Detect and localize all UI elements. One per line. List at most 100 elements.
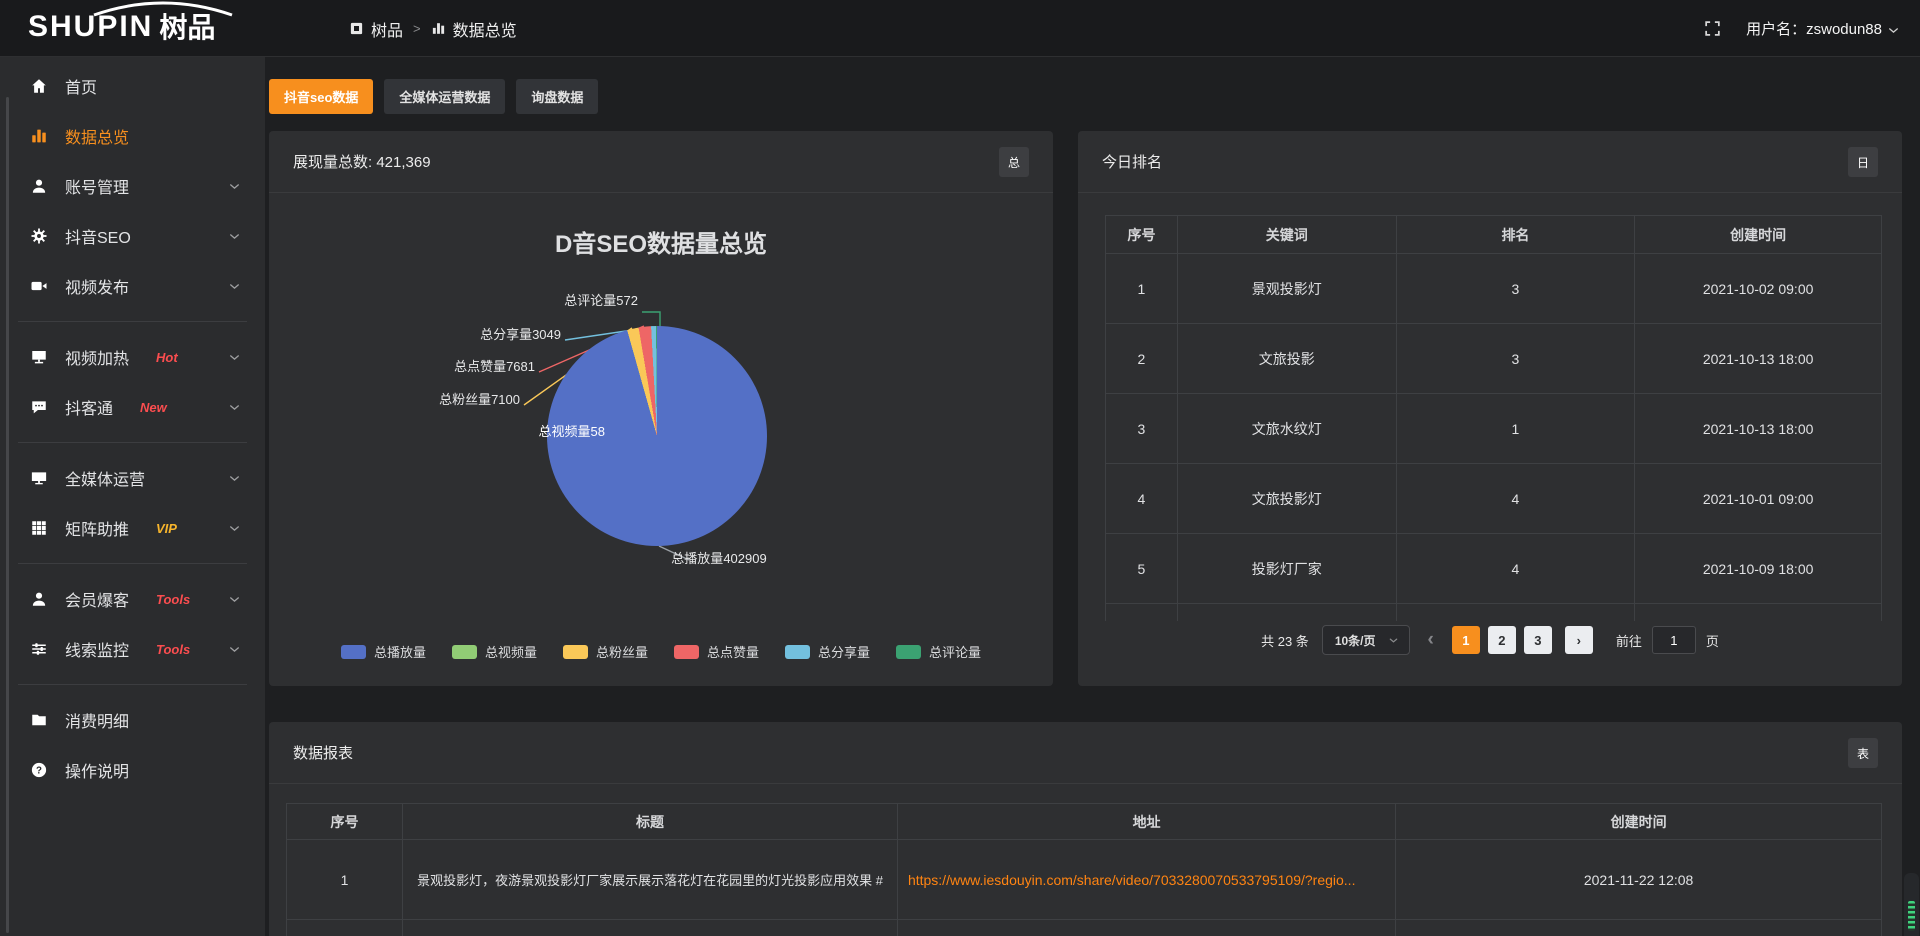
sidebar-item-badge: Tools bbox=[156, 592, 190, 607]
table-cell: 5 bbox=[1106, 534, 1178, 604]
legend-swatch bbox=[896, 645, 921, 659]
report-title: 数据报表 bbox=[293, 742, 353, 763]
bar-chart-icon bbox=[431, 21, 446, 36]
chevron-down-icon bbox=[228, 180, 241, 193]
overview-badge-button[interactable]: 总 bbox=[999, 147, 1029, 177]
svg-text:?: ? bbox=[36, 765, 42, 776]
legend-item-2[interactable]: 总视频量 bbox=[452, 642, 537, 661]
legend-item-4[interactable]: 总点赞量 bbox=[674, 642, 759, 661]
next-page-button[interactable]: › bbox=[1565, 626, 1593, 654]
table-cell: 文旅投影灯 bbox=[1177, 464, 1396, 534]
table-row: 1景观投影灯，夜游景观投影灯厂家展示展示落花灯在花园里的灯光投影应用效果 #ht… bbox=[287, 840, 1882, 920]
breadcrumb-root[interactable]: 树品 bbox=[349, 17, 403, 41]
goto-label: 前往 bbox=[1616, 631, 1642, 650]
tab-inquiry-data[interactable]: 询盘数据 bbox=[516, 79, 598, 114]
table-cell bbox=[287, 920, 403, 936]
sidebar: 首页数据总览账号管理抖音SEO 视频发布视频加热Hot抖客通New 全媒体运营矩阵助… bbox=[0, 57, 265, 936]
sidebar-item-label: 视频发布 bbox=[65, 274, 129, 298]
legend-item-3[interactable]: 总粉丝量 bbox=[563, 642, 648, 661]
sidebar-item-spending[interactable]: 消费明细 bbox=[0, 695, 265, 745]
table-cell bbox=[1177, 604, 1396, 622]
ranking-column-header: 排名 bbox=[1396, 216, 1635, 254]
sidebar-divider bbox=[18, 684, 247, 685]
table-cell: 3 bbox=[1396, 254, 1635, 324]
table-cell: 4 bbox=[1396, 534, 1635, 604]
ranking-panel-header: 今日排名 日 bbox=[1078, 131, 1902, 193]
sidebar-item-matrix-boost[interactable]: 矩阵助推VIP bbox=[0, 503, 265, 553]
ranking-panel: 今日排名 日 序号关键词排名创建时间 1景观投影灯32021-10-02 09:… bbox=[1078, 131, 1902, 686]
ranking-table-wrap: 序号关键词排名创建时间 1景观投影灯32021-10-02 09:002文旅投影… bbox=[1105, 215, 1882, 621]
table-row-clipped bbox=[287, 920, 1882, 936]
report-table: 序号标题地址创建时间 1景观投影灯，夜游景观投影灯厂家展示展示落花灯在花园里的灯… bbox=[286, 803, 1882, 936]
sidebar-item-label: 会员爆客 bbox=[65, 587, 129, 611]
sidebar-item-video-heat[interactable]: 视频加热Hot bbox=[0, 332, 265, 382]
breadcrumb-separator: > bbox=[413, 21, 421, 36]
gear-icon bbox=[30, 227, 48, 245]
sidebar-item-help[interactable]: ?操作说明 bbox=[0, 745, 265, 795]
report-badge-button[interactable]: 表 bbox=[1848, 738, 1878, 768]
sidebar-item-label: 首页 bbox=[65, 74, 97, 98]
video-link[interactable]: https://www.iesdouyin.com/share/video/70… bbox=[908, 872, 1356, 888]
legend-swatch bbox=[674, 645, 699, 659]
report-column-header: 创建时间 bbox=[1396, 804, 1882, 840]
pie-label-fans: 总粉丝量7100 bbox=[439, 391, 520, 408]
page-size-select[interactable]: 10条/页 bbox=[1322, 625, 1410, 655]
table-cell: 文旅投影 bbox=[1177, 324, 1396, 394]
chevron-down-icon bbox=[228, 643, 241, 656]
page-scrollbar-thumb[interactable] bbox=[1908, 901, 1915, 931]
sidebar-item-badge: New bbox=[140, 400, 167, 415]
table-row: 2文旅投影32021-10-13 18:00 bbox=[1106, 324, 1882, 394]
table-cell bbox=[1106, 604, 1178, 622]
sidebar-item-overview[interactable]: 数据总览 bbox=[0, 111, 265, 161]
ranking-column-header: 关键词 bbox=[1177, 216, 1396, 254]
chevron-down-icon bbox=[228, 401, 241, 414]
table-row: 5投影灯厂家42021-10-09 18:00 bbox=[1106, 534, 1882, 604]
legend-item-6[interactable]: 总评论量 bbox=[896, 642, 981, 661]
sidebar-item-home[interactable]: 首页 bbox=[0, 61, 265, 111]
fullscreen-icon[interactable] bbox=[1703, 19, 1722, 38]
tab-douyin-seo-data[interactable]: 抖音seo数据 bbox=[269, 79, 373, 114]
report-column-header: 地址 bbox=[897, 804, 1395, 840]
report-cell-index: 1 bbox=[287, 840, 403, 920]
pie-label-comments: 总评论量572 bbox=[564, 292, 638, 309]
table-row: 1景观投影灯32021-10-02 09:00 bbox=[1106, 254, 1882, 324]
table-cell bbox=[897, 920, 1395, 936]
chart-icon bbox=[30, 127, 48, 145]
page-button-2[interactable]: 2 bbox=[1488, 626, 1516, 654]
page-button-1[interactable]: 1 bbox=[1452, 626, 1480, 654]
chat-icon bbox=[30, 398, 48, 416]
sidebar-item-douyin-seo[interactable]: 抖音SEO bbox=[0, 211, 265, 261]
page-button-3[interactable]: 3 bbox=[1524, 626, 1552, 654]
sidebar-item-video-publish[interactable]: 视频发布 bbox=[0, 261, 265, 311]
sidebar-item-douketong[interactable]: 抖客通New bbox=[0, 382, 265, 432]
legend-swatch bbox=[563, 645, 588, 659]
ranking-badge-button[interactable]: 日 bbox=[1848, 147, 1878, 177]
goto-page-input[interactable] bbox=[1652, 626, 1696, 654]
sidebar-item-badge: VIP bbox=[156, 521, 177, 536]
tab-media-ops-data[interactable]: 全媒体运营数据 bbox=[384, 79, 505, 114]
data-tabs: 抖音seo数据全媒体运营数据询盘数据 bbox=[269, 79, 598, 114]
report-table-wrap: 序号标题地址创建时间 1景观投影灯，夜游景观投影灯厂家展示展示落花灯在花园里的灯… bbox=[286, 803, 1882, 936]
sidebar-item-media-ops[interactable]: 全媒体运营 bbox=[0, 453, 265, 503]
wallet-icon bbox=[30, 711, 48, 729]
breadcrumb-current[interactable]: 数据总览 bbox=[431, 17, 517, 41]
sidebar-item-label: 抖音SEO bbox=[65, 224, 131, 248]
sidebar-item-account[interactable]: 账号管理 bbox=[0, 161, 265, 211]
sidebar-divider bbox=[18, 442, 247, 443]
user-icon bbox=[30, 590, 48, 608]
app-logo[interactable]: SHUPIN 树品 bbox=[28, 10, 215, 44]
sidebar-item-member-boom[interactable]: 会员爆客 Tools bbox=[0, 574, 265, 624]
chart-legend: 总播放量 总视频量 总粉丝量 总点赞量 总分享量 总评论量 bbox=[269, 642, 1053, 661]
logo-text-cn: 树品 bbox=[159, 11, 215, 44]
chevron-down-icon bbox=[228, 351, 241, 364]
user-menu[interactable]: 用户名：zswodun88 bbox=[1746, 18, 1900, 39]
legend-label: 总点赞量 bbox=[707, 642, 759, 661]
legend-item-5[interactable]: 总分享量 bbox=[785, 642, 870, 661]
sidebar-item-leads-monitor[interactable]: 线索监控Tools bbox=[0, 624, 265, 674]
page-scrollbar-track bbox=[1904, 873, 1919, 936]
report-cell-url: https://www.iesdouyin.com/share/video/70… bbox=[897, 840, 1395, 920]
prev-page-button[interactable]: ‹ bbox=[1423, 629, 1439, 651]
legend-item-1[interactable]: 总播放量 bbox=[341, 642, 426, 661]
legend-label: 总粉丝量 bbox=[596, 642, 648, 661]
report-column-header: 标题 bbox=[403, 804, 898, 840]
